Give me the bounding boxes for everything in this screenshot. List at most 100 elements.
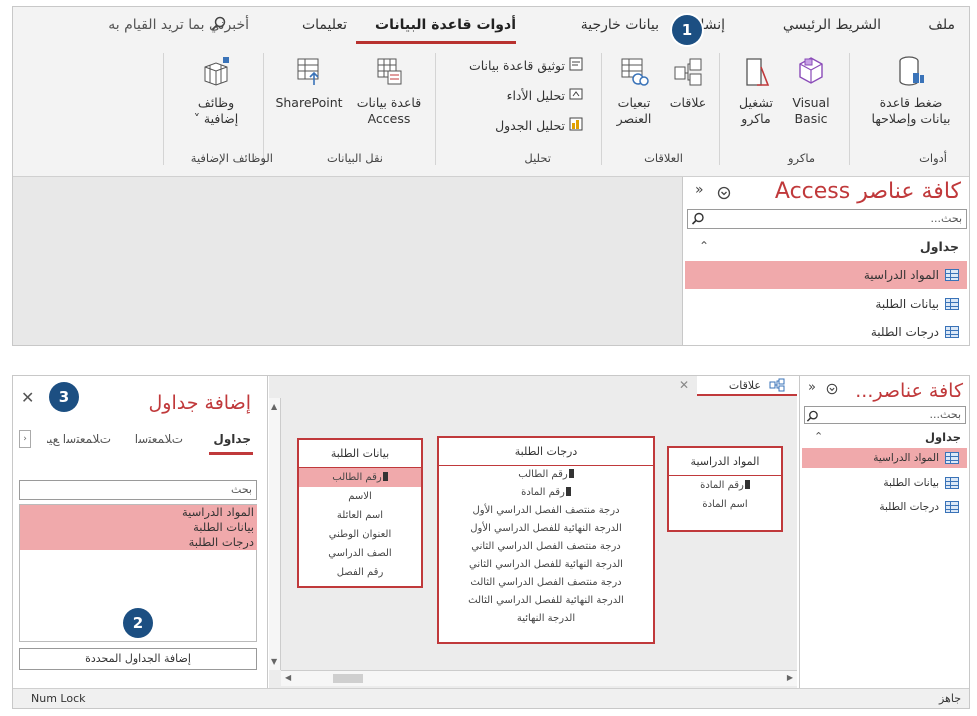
tab-relationships[interactable]: علاقات ✕ [679,376,797,396]
group-label-macro: ماكرو [787,151,815,165]
field[interactable]: الصف الدراسي [299,544,421,563]
table-box-grades[interactable]: درجات الطلبة رقم الطالب رقم المادة درجة … [437,436,655,644]
navigation-pane: كافة عناصر Access » بحث... جداول ⌃ الموا… [682,177,969,345]
add-ins-button[interactable]: وظائف إضافية ˅ [185,55,247,127]
close-icon[interactable]: ✕ [21,388,34,407]
field[interactable]: رقم الفصل [299,563,421,582]
table-box-title: بيانات الطلبة [299,440,421,468]
field[interactable]: درجة منتصف الفصل الدراسي الأول [439,502,653,520]
add-ins-icon [185,55,247,93]
visual-basic-label-1: Visual [792,95,830,110]
field-key[interactable]: رقم المادة [439,484,653,502]
database-documenter-button[interactable]: توثيق قاعدة بيانات [469,57,583,74]
compact-repair-button[interactable]: ضغط قاعدة بيانات وإصلاحها [855,55,967,127]
scroll-tabs-button[interactable]: › [19,430,31,448]
field-label: رقم الطالب [332,472,382,483]
field[interactable]: الدرجة النهائية للفصل الدراسي الثاني [439,556,653,574]
tab-external-data[interactable]: بيانات خارجية [581,17,659,33]
field-key[interactable]: رقم الطالب [299,468,421,487]
object-dependencies-button[interactable]: تبعيات العنصر [607,55,661,127]
field[interactable]: العنوان الوطني [299,525,421,544]
field[interactable]: اسم العائلة [299,506,421,525]
sharepoint-button[interactable]: SharePoint [271,55,347,111]
nav-item-label: المواد الدراسية [873,452,939,464]
relationships-label: علاقات [669,95,707,110]
analyze-performance-label: تحليل الأداء [506,88,565,103]
step-badge-2: 2 [123,608,153,638]
nav-item-subjects[interactable]: المواد الدراسية [802,448,967,468]
search-icon [211,16,227,36]
tab-relationships-queries[interactable]: ﺕﻼﻤﻌﺘﺳﺍ [135,432,183,446]
nav-item-students[interactable]: بيانات الطلبة [685,292,967,316]
dropdown-circle-icon[interactable] [826,380,838,399]
nav-section-tables[interactable]: جداول [925,430,961,444]
access-database-label-2: Access [367,111,411,126]
group-separator [263,53,264,165]
nav-item-grades[interactable]: درجات الطلبة [802,498,967,516]
analyze-performance-button[interactable]: تحليل الأداء [507,87,583,104]
visual-basic-button[interactable]: Visual Basic [783,55,839,127]
collapse-pane-icon[interactable]: » [695,182,704,198]
documenter-icon [569,57,583,74]
visual-basic-icon [783,55,839,93]
compact-database-icon [855,55,967,93]
database-documenter-label: توثيق قاعدة بيانات [468,58,565,73]
scroll-up-icon[interactable]: ▲ [271,402,277,411]
table-box-students[interactable]: بيانات الطلبة رقم الطالب الاسم اسم العائ… [297,438,423,588]
field-key[interactable]: رقم المادة [669,476,781,495]
collapse-section-icon[interactable]: ⌃ [699,239,709,253]
nav-search-input[interactable]: بحث... [687,209,967,229]
relationships-tab-label: علاقات [728,379,761,392]
scroll-right-icon[interactable]: ▶ [787,673,793,682]
tab-tables[interactable]: جداول [213,432,251,446]
nav-search-input[interactable]: بحث... [804,406,966,424]
relationships-button[interactable]: علاقات [661,55,715,111]
table-icon [945,501,959,513]
field[interactable]: اسم المادة [669,495,781,514]
performance-icon [569,87,583,104]
scroll-left-icon[interactable]: ◀ [285,673,291,682]
table-icon [945,452,959,464]
field[interactable]: درجة منتصف الفصل الدراسي الثالث [439,574,653,592]
field[interactable]: الدرجة النهائية للفصل الدراسي الثالث [439,592,653,610]
run-macro-label-2: ماكرو [741,111,771,126]
table-box-subjects[interactable]: المواد الدراسية رقم المادة اسم المادة [667,446,783,532]
tab-all[interactable]: ﺕﻼﻤﻌﺘﺳﺍ ﻊﻴﻤﺟ [47,432,111,446]
group-separator [719,53,720,165]
analyze-table-button[interactable]: تحليل الجدول [495,117,583,134]
run-macro-button[interactable]: تشغيل ماكرو [729,55,783,127]
table-icon [945,477,959,489]
dropdown-circle-icon[interactable] [717,185,731,204]
tab-help[interactable]: تعليمات [302,17,347,33]
collapse-pane-icon[interactable]: » [808,380,816,395]
list-item-grades[interactable]: درجات الطلبة [20,535,257,550]
nav-item-grades[interactable]: درجات الطلبة [685,320,967,344]
nav-item-students[interactable]: بيانات الطلبة [802,474,967,492]
vertical-scrollbar[interactable]: ▲ ▼ [269,398,281,670]
scroll-thumb[interactable] [333,674,363,683]
list-item-subjects[interactable]: المواد الدراسية [20,505,257,520]
nav-item-subjects[interactable]: المواد الدراسية [685,261,967,289]
horizontal-scrollbar[interactable]: ◀ ▶ [281,670,797,686]
field[interactable]: الدرجة النهائية للفصل الدراسي الأول [439,520,653,538]
add-selected-tables-button[interactable]: إضافة الجداول المحددة [19,648,257,670]
collapse-section-icon[interactable]: ⌃ [814,430,823,443]
add-tables-search-input[interactable]: بحث [19,480,257,500]
nav-section-tables[interactable]: جداول [920,239,959,254]
tab-file[interactable]: ملف [928,17,955,33]
field[interactable]: الاسم [299,487,421,506]
nav-pane-title: كافة عناصر Access [774,179,961,204]
scroll-down-icon[interactable]: ▼ [271,657,277,666]
tell-me-box[interactable]: أخبرني بما تريد القيام به [108,17,249,33]
relationships-icon [661,55,715,93]
tab-database-tools[interactable]: أدوات قاعدة البيانات [375,17,516,33]
group-label-move-data: نقل البيانات [326,151,383,165]
access-database-button[interactable]: قاعدة بيانات Access [347,55,431,127]
tab-home[interactable]: الشريط الرئيسي [783,17,881,33]
field[interactable]: الدرجة النهائية [439,610,653,628]
close-tab-icon[interactable]: ✕ [679,378,689,392]
field[interactable]: درجة منتصف الفصل الدراسي الثاني [439,538,653,556]
table-icon [945,298,959,310]
field-key[interactable]: رقم الطالب [439,466,653,484]
list-item-students[interactable]: بيانات الطلبة [20,520,257,535]
